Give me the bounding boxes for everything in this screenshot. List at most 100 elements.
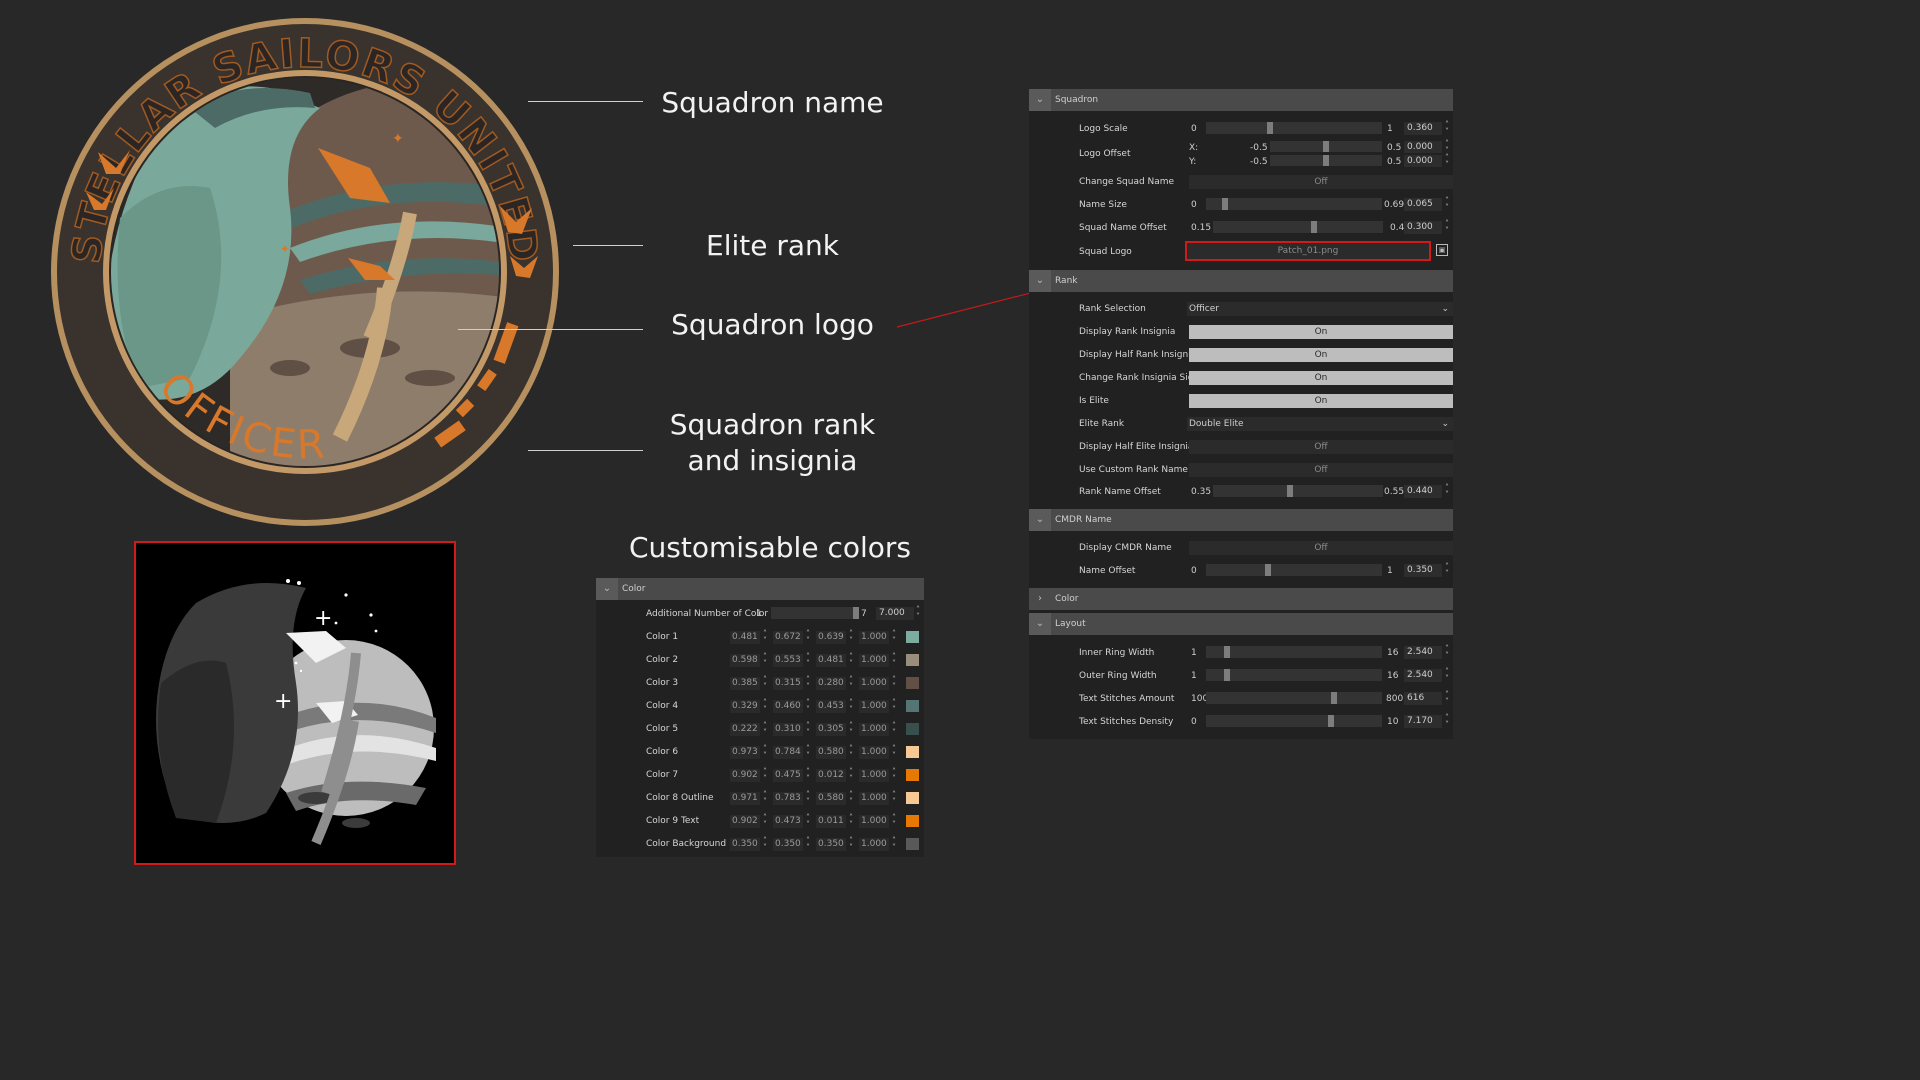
- spinner-arrows-icon[interactable]: ˄ ˅: [847, 745, 855, 760]
- spinner-arrows-icon[interactable]: ˄ ˅: [761, 745, 769, 760]
- rank-name-offset-value[interactable]: 0.440: [1404, 485, 1442, 498]
- spinner-arrows-icon[interactable]: ˄ ˅: [890, 837, 898, 852]
- text-stitches-density-slider[interactable]: [1206, 715, 1382, 727]
- color-channel-a-field[interactable]: 1.000: [859, 792, 889, 805]
- slider-thumb[interactable]: [1267, 122, 1273, 134]
- name-size-value[interactable]: 0.065: [1404, 198, 1442, 211]
- spinner-arrows-icon[interactable]: ˄ ˅: [761, 814, 769, 829]
- rank-section-header[interactable]: ⌄ Rank: [1029, 270, 1453, 292]
- spinner-arrows-icon[interactable]: ˄ ˅: [804, 653, 812, 668]
- browse-image-icon[interactable]: ▣: [1436, 244, 1448, 256]
- color-panel-header[interactable]: ⌄ Color: [596, 578, 924, 600]
- color-channel-g-field[interactable]: 0.672: [773, 631, 803, 644]
- change-rank-insignia-side-toggle[interactable]: On: [1189, 371, 1453, 385]
- color-channel-g-field[interactable]: 0.460: [773, 700, 803, 713]
- spinner-arrows-icon[interactable]: ˄ ˅: [804, 676, 812, 691]
- color-swatch[interactable]: [906, 838, 919, 850]
- additional-colors-value[interactable]: 7.000: [876, 607, 914, 620]
- color-swatch[interactable]: [906, 677, 919, 689]
- spinner-arrows-icon[interactable]: ˄ ˅: [1443, 668, 1451, 683]
- spinner-arrows-icon[interactable]: ˄ ˅: [914, 606, 922, 621]
- spinner-arrows-icon[interactable]: ˄ ˅: [890, 791, 898, 806]
- change-squad-name-toggle[interactable]: Off: [1189, 175, 1453, 189]
- color-channel-g-field[interactable]: 0.350: [773, 838, 803, 851]
- is-elite-toggle[interactable]: On: [1189, 394, 1453, 408]
- spinner-arrows-icon[interactable]: ˄ ˅: [761, 676, 769, 691]
- color-channel-g-field[interactable]: 0.315: [773, 677, 803, 690]
- chevron-down-icon[interactable]: ⌄: [1441, 417, 1449, 431]
- outer-ring-width-value[interactable]: 2.540: [1404, 669, 1442, 682]
- slider-thumb[interactable]: [1224, 646, 1230, 658]
- color-channel-a-field[interactable]: 1.000: [859, 769, 889, 782]
- color-channel-r-field[interactable]: 0.902: [730, 815, 760, 828]
- spinner-arrows-icon[interactable]: ˄ ˅: [804, 837, 812, 852]
- color-channel-g-field[interactable]: 0.783: [773, 792, 803, 805]
- logo-offset-y-slider[interactable]: [1270, 155, 1382, 166]
- spinner-arrows-icon[interactable]: ˄ ˅: [890, 676, 898, 691]
- color-channel-g-field[interactable]: 0.784: [773, 746, 803, 759]
- spinner-arrows-icon[interactable]: ˄ ˅: [847, 791, 855, 806]
- spinner-arrows-icon[interactable]: ˄ ˅: [847, 768, 855, 783]
- spinner-arrows-icon[interactable]: ˄ ˅: [761, 722, 769, 737]
- slider-thumb[interactable]: [1331, 692, 1337, 704]
- name-size-slider[interactable]: [1206, 198, 1382, 210]
- spinner-arrows-icon[interactable]: ˄ ˅: [890, 745, 898, 760]
- spinner-arrows-icon[interactable]: ˄ ˅: [1443, 645, 1451, 660]
- name-offset-slider[interactable]: [1206, 564, 1382, 576]
- squad-name-offset-value[interactable]: 0.300: [1404, 221, 1442, 234]
- text-stitches-amount-value[interactable]: 616: [1404, 692, 1442, 705]
- spinner-arrows-icon[interactable]: ˄ ˅: [761, 837, 769, 852]
- spinner-arrows-icon[interactable]: ˄ ˅: [847, 837, 855, 852]
- spinner-arrows-icon[interactable]: ˄ ˅: [1443, 714, 1451, 729]
- slider-thumb[interactable]: [1224, 669, 1230, 681]
- spinner-arrows-icon[interactable]: ˄ ˅: [890, 814, 898, 829]
- inner-ring-width-slider[interactable]: [1206, 646, 1382, 658]
- spinner-arrows-icon[interactable]: ˄ ˅: [890, 699, 898, 714]
- color-channel-a-field[interactable]: 1.000: [859, 654, 889, 667]
- spinner-arrows-icon[interactable]: ˄ ˅: [804, 768, 812, 783]
- color-channel-b-field[interactable]: 0.580: [816, 746, 846, 759]
- logo-scale-slider[interactable]: [1206, 122, 1382, 134]
- chevron-right-icon[interactable]: ›: [1029, 588, 1051, 610]
- color-channel-a-field[interactable]: 1.000: [859, 746, 889, 759]
- color-swatch[interactable]: [906, 815, 919, 827]
- color-channel-a-field[interactable]: 1.000: [859, 815, 889, 828]
- display-cmdr-name-toggle[interactable]: Off: [1189, 541, 1453, 555]
- slider-thumb[interactable]: [1323, 141, 1329, 152]
- spinner-arrows-icon[interactable]: ˄ ˅: [761, 699, 769, 714]
- spinner-arrows-icon[interactable]: ˄ ˅: [1443, 563, 1451, 578]
- spinner-arrows-icon[interactable]: ˄ ˅: [1443, 691, 1451, 706]
- spinner-arrows-icon[interactable]: ˄ ˅: [1443, 220, 1451, 235]
- color-channel-b-field[interactable]: 0.481: [816, 654, 846, 667]
- color-channel-g-field[interactable]: 0.473: [773, 815, 803, 828]
- text-stitches-amount-slider[interactable]: [1206, 692, 1382, 704]
- color-channel-r-field[interactable]: 0.350: [730, 838, 760, 851]
- slider-thumb[interactable]: [1328, 715, 1334, 727]
- color-channel-b-field[interactable]: 0.580: [816, 792, 846, 805]
- spinner-arrows-icon[interactable]: ˄ ˅: [804, 745, 812, 760]
- spinner-arrows-icon[interactable]: ˄ ˅: [847, 653, 855, 668]
- spinner-arrows-icon[interactable]: ˄ ˅: [761, 653, 769, 668]
- rank-name-offset-slider[interactable]: [1213, 485, 1383, 497]
- color-swatch[interactable]: [906, 792, 919, 804]
- color-channel-b-field[interactable]: 0.639: [816, 631, 846, 644]
- slider-thumb[interactable]: [1287, 485, 1293, 497]
- spinner-arrows-icon[interactable]: ˄ ˅: [804, 814, 812, 829]
- outer-ring-width-slider[interactable]: [1206, 669, 1382, 681]
- spinner-arrows-icon[interactable]: ˄ ˅: [1443, 140, 1451, 155]
- color-channel-b-field[interactable]: 0.453: [816, 700, 846, 713]
- color-channel-g-field[interactable]: 0.310: [773, 723, 803, 736]
- squadron-section-header[interactable]: ⌄ Squadron: [1029, 89, 1453, 111]
- spinner-arrows-icon[interactable]: ˄ ˅: [761, 768, 769, 783]
- display-half-rank-insignia-toggle[interactable]: On: [1189, 348, 1453, 362]
- color-swatch[interactable]: [906, 746, 919, 758]
- spinner-arrows-icon[interactable]: ˄ ˅: [804, 722, 812, 737]
- color-channel-g-field[interactable]: 0.475: [773, 769, 803, 782]
- spinner-arrows-icon[interactable]: ˄ ˅: [1443, 197, 1451, 212]
- logo-scale-value[interactable]: 0.360: [1404, 122, 1442, 135]
- chevron-down-icon[interactable]: ⌄: [1029, 89, 1051, 111]
- spinner-arrows-icon[interactable]: ˄ ˅: [1443, 484, 1451, 499]
- slider-thumb[interactable]: [1265, 564, 1271, 576]
- color-section-header[interactable]: › Color: [1029, 588, 1453, 610]
- color-swatch[interactable]: [906, 723, 919, 735]
